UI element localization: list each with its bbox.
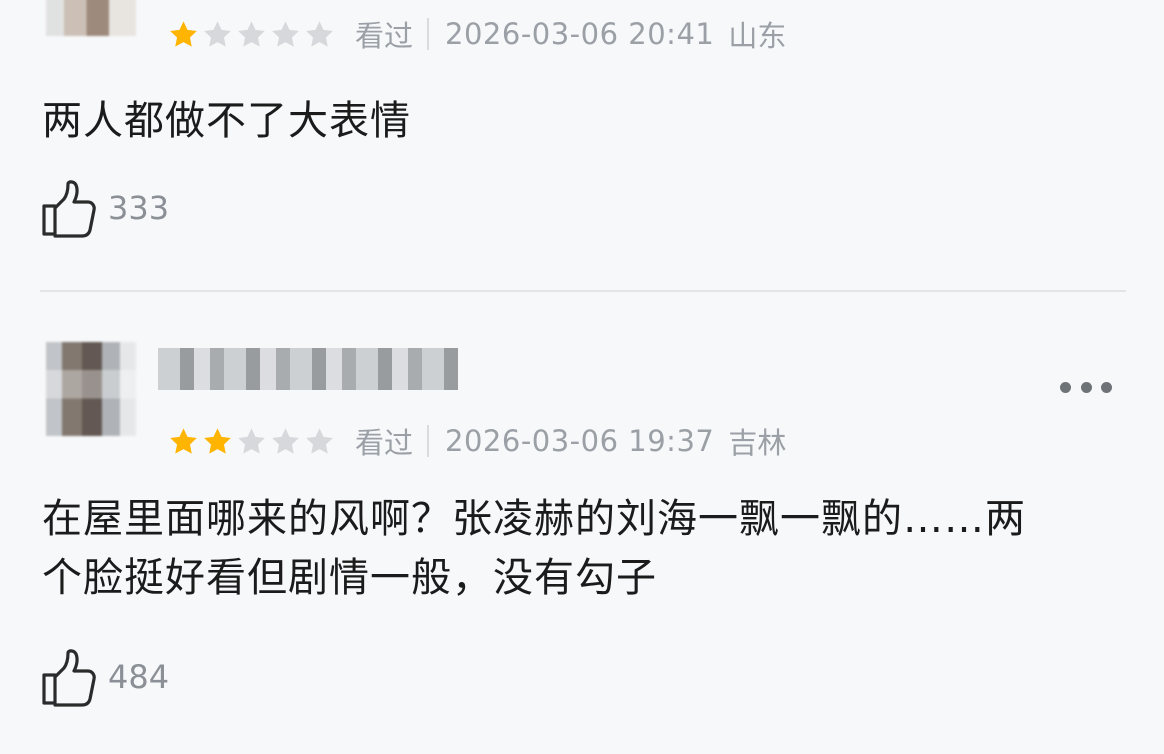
- thumbs-up-icon: [42, 649, 96, 707]
- review-card: 看过 2026-03-06 20:41 山东 两人都做不了大表情 333: [0, 0, 1164, 290]
- star-empty-icon: [306, 20, 333, 47]
- review-time: 2026-03-06 19:37: [445, 424, 715, 458]
- review-meta: 看过 2026-03-06 20:41 山东: [168, 14, 786, 54]
- review-meta: 看过 2026-03-06 19:37 吉林: [168, 421, 786, 461]
- star-rating: [168, 426, 335, 457]
- star-rating: [168, 19, 335, 50]
- like-count: 484: [108, 658, 170, 696]
- meta-divider: [427, 425, 430, 457]
- review-content: 在屋里面哪来的风啊？张凌赫的刘海一飘一飘的……两个脸挺好看但剧情一般，没有勾子: [42, 496, 1026, 601]
- avatar[interactable]: [46, 342, 136, 436]
- review-time: 2026-03-06 20:41: [445, 17, 715, 51]
- star-filled-icon: [170, 20, 197, 47]
- review-content: 两人都做不了大表情: [42, 98, 411, 144]
- watched-label: 看过: [355, 426, 414, 460]
- star-empty-icon: [272, 20, 299, 47]
- watched-label: 看过: [355, 19, 414, 53]
- like-button[interactable]: 333: [40, 178, 169, 238]
- star-empty-icon: [272, 427, 299, 454]
- like-button[interactable]: 484: [40, 647, 169, 707]
- star-empty-icon: [204, 20, 231, 47]
- username-blurred[interactable]: [158, 348, 458, 390]
- star-empty-icon: [306, 427, 333, 454]
- avatar[interactable]: [46, 0, 136, 36]
- review-location: 吉林: [728, 426, 787, 460]
- star-filled-icon: [170, 427, 197, 454]
- review-location: 山东: [728, 19, 787, 53]
- meta-divider: [427, 18, 430, 50]
- star-empty-icon: [238, 20, 265, 47]
- star-empty-icon: [238, 427, 265, 454]
- review-card: 看过 2026-03-06 19:37 吉林 在屋里面哪来的风啊？张凌赫的刘海一…: [0, 292, 1164, 754]
- thumbs-up-icon: [42, 180, 96, 238]
- like-count: 333: [108, 189, 170, 227]
- star-filled-icon: [204, 427, 231, 454]
- more-icon[interactable]: [1060, 380, 1112, 394]
